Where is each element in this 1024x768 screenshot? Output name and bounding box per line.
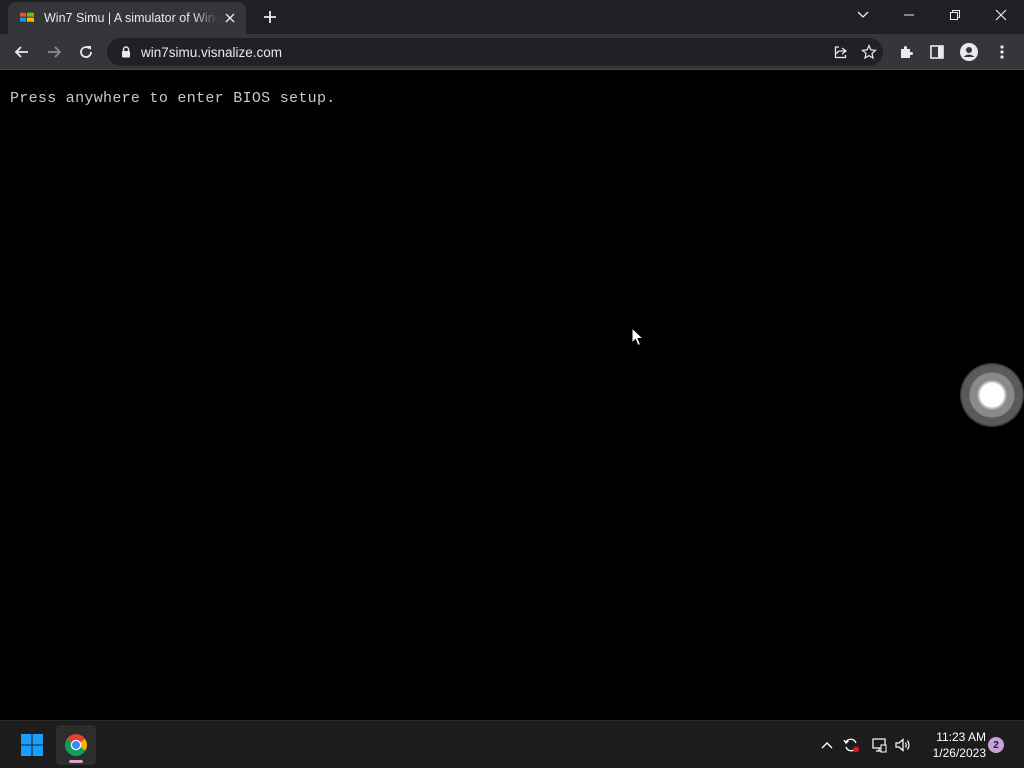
reload-button[interactable] bbox=[71, 37, 101, 67]
browser-tab-active[interactable]: Win7 Simu | A simulator of Windows 7 bbox=[8, 2, 246, 34]
running-indicator bbox=[69, 760, 83, 763]
restore-button[interactable] bbox=[932, 0, 978, 30]
share-icon[interactable] bbox=[827, 38, 855, 66]
bookmark-star-icon[interactable] bbox=[855, 38, 883, 66]
new-tab-button[interactable] bbox=[257, 5, 283, 29]
mouse-cursor-icon bbox=[631, 327, 645, 347]
windows-taskbar: 11:23 AM 1/26/2023 2 bbox=[0, 720, 1024, 768]
browser-tabstrip: Win7 Simu | A simulator of Windows 7 bbox=[0, 0, 1024, 34]
close-window-button[interactable] bbox=[978, 0, 1024, 30]
notification-count-badge[interactable]: 2 bbox=[988, 737, 1004, 753]
clock-date: 1/26/2023 bbox=[932, 746, 986, 760]
clock-time: 11:23 AM bbox=[936, 730, 986, 744]
tab-title: Win7 Simu | A simulator of Windows 7 bbox=[44, 11, 218, 25]
forward-button[interactable] bbox=[39, 37, 69, 67]
assistive-touch-ball[interactable] bbox=[960, 363, 1024, 427]
back-button[interactable] bbox=[7, 37, 37, 67]
profile-avatar-icon[interactable] bbox=[954, 37, 984, 67]
chrome-icon bbox=[65, 734, 87, 756]
address-bar[interactable]: win7simu.visnalize.com bbox=[107, 38, 883, 66]
url-text[interactable]: win7simu.visnalize.com bbox=[141, 45, 827, 60]
bios-prompt-text: Press anywhere to enter BIOS setup. bbox=[10, 90, 336, 107]
minimize-button[interactable] bbox=[886, 0, 932, 30]
tab-close-icon[interactable] bbox=[222, 10, 238, 26]
sync-update-icon[interactable] bbox=[840, 733, 862, 757]
page-content-area[interactable]: Press anywhere to enter BIOS setup. bbox=[0, 71, 1024, 720]
tab-search-button[interactable] bbox=[840, 0, 886, 30]
side-panel-icon[interactable] bbox=[922, 37, 952, 67]
menu-kebab-icon[interactable] bbox=[987, 37, 1017, 67]
windows-logo-icon bbox=[21, 734, 43, 756]
volume-speaker-icon[interactable] bbox=[892, 733, 914, 757]
network-icon[interactable] bbox=[868, 733, 890, 757]
show-hidden-icons-chevron-icon[interactable] bbox=[816, 733, 838, 757]
windows7-logo-icon bbox=[18, 10, 36, 26]
taskbar-chrome-button[interactable] bbox=[56, 725, 96, 765]
browser-toolbar: win7simu.visnalize.com bbox=[0, 34, 1024, 70]
taskbar-clock[interactable]: 11:23 AM 1/26/2023 bbox=[920, 729, 986, 761]
lock-icon[interactable] bbox=[119, 45, 133, 59]
start-button[interactable] bbox=[12, 725, 52, 765]
extensions-puzzle-icon[interactable] bbox=[891, 37, 921, 67]
